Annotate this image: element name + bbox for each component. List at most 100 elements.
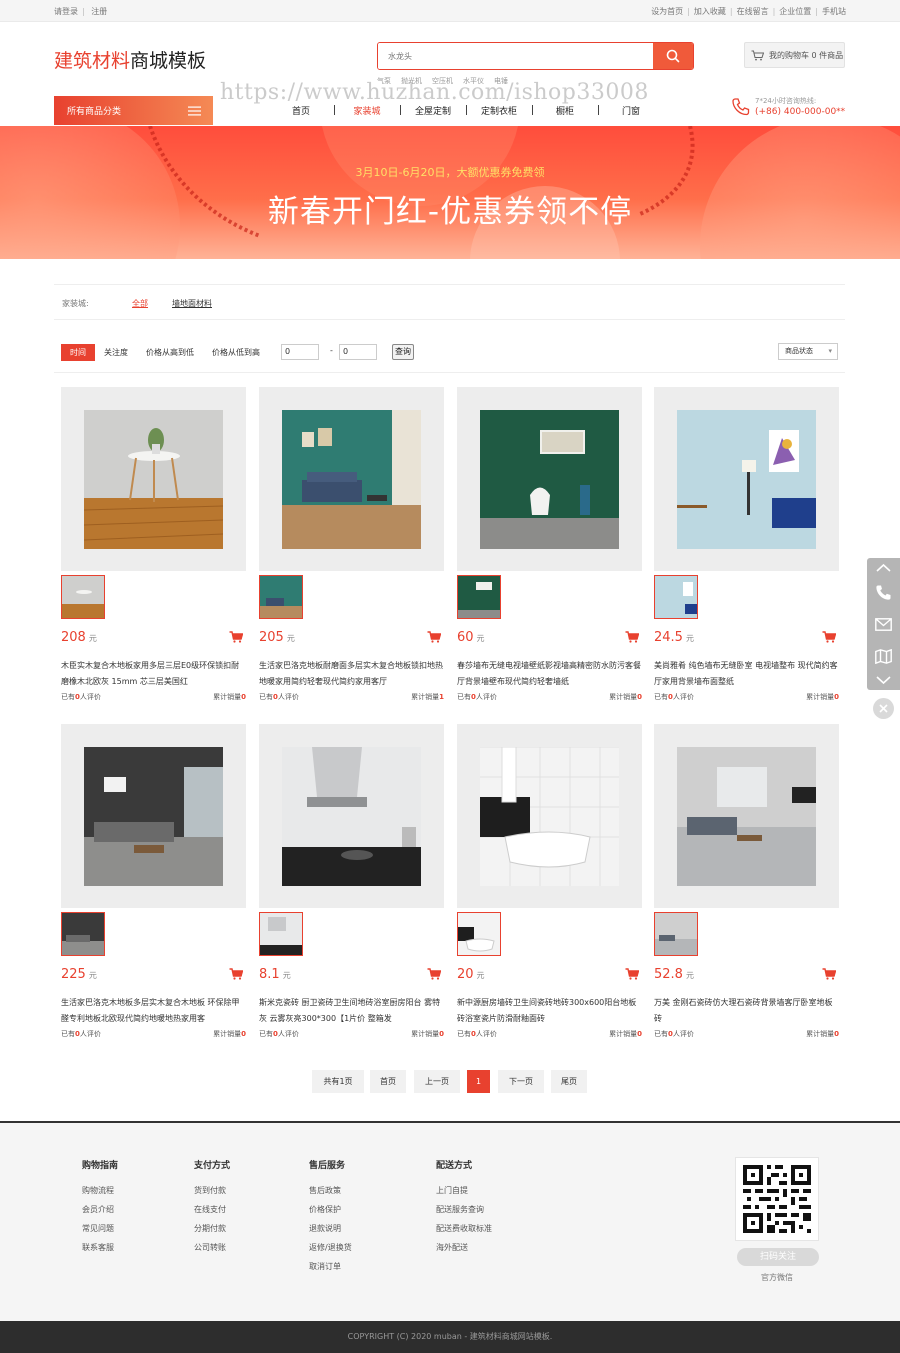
product-name[interactable]: 美尚雅肴 纯色墙布无缝卧室 电视墙整布 现代简约客厅家用背景墙布面整纸 <box>654 658 839 690</box>
add-to-cart-icon[interactable] <box>427 631 441 643</box>
footer-link[interactable]: 常见问题 <box>82 1223 118 1242</box>
add-to-cart-icon[interactable] <box>625 631 639 643</box>
product-image[interactable] <box>480 410 619 549</box>
add-to-cart-icon[interactable] <box>822 631 836 643</box>
product-name[interactable]: 春莎墙布无缝电视墙壁纸影视墙高精密防水防污客餐厅背景墙壁布现代简约轻奢墙纸 <box>457 658 642 690</box>
add-favorite-link[interactable]: 加入收藏 <box>683 7 726 16</box>
company-location-link[interactable]: 企业位置 <box>769 7 812 16</box>
current-page-button[interactable]: 1 <box>467 1070 490 1093</box>
nav-cabinet[interactable]: 橱柜 <box>532 104 598 117</box>
phone-icon[interactable] <box>875 584 892 601</box>
add-to-cart-icon[interactable] <box>822 968 836 980</box>
product-thumbnail[interactable] <box>654 575 698 619</box>
add-to-cart-icon[interactable] <box>427 968 441 980</box>
chevron-down-icon[interactable] <box>875 674 892 686</box>
product-name[interactable]: 生活家巴洛克木地板多层实木复合木地板 环保除甲醛专利地板北欧现代简约地暖地热家用… <box>61 995 246 1027</box>
add-to-cart-icon[interactable] <box>229 631 243 643</box>
footer-link[interactable]: 配送服务查询 <box>436 1204 492 1223</box>
product-image-frame[interactable] <box>259 724 444 908</box>
search-input[interactable] <box>378 43 654 69</box>
footer-link[interactable]: 返修/退换货 <box>309 1242 352 1261</box>
product-thumbnail[interactable] <box>259 575 303 619</box>
product-image[interactable] <box>84 410 223 549</box>
footer-link[interactable]: 会员介绍 <box>82 1204 118 1223</box>
product-image[interactable] <box>282 410 421 549</box>
price-max-input[interactable]: 0 <box>339 344 377 360</box>
product-name[interactable]: 斯米克瓷砖 厨卫瓷砖卫生间地砖浴室厨房阳台 雾特灰 云雾灰亮300*300【1片… <box>259 995 444 1027</box>
footer-link[interactable]: 购物流程 <box>82 1185 118 1204</box>
next-page-button[interactable]: 下一页 <box>498 1070 544 1093</box>
login-link[interactable]: 请登录 <box>54 7 78 16</box>
footer-link[interactable]: 价格保护 <box>309 1204 352 1223</box>
nav-home[interactable]: 首页 <box>268 104 334 117</box>
add-to-cart-icon[interactable] <box>625 968 639 980</box>
prev-page-button[interactable]: 上一页 <box>414 1070 460 1093</box>
footer-link[interactable]: 退款说明 <box>309 1223 352 1242</box>
product-name[interactable]: 木臣实木复合木地板家用多层三层E0级环保锁扣耐磨橡木北欧灰 15mm 芯三层美国… <box>61 658 246 690</box>
all-categories-button[interactable]: 所有商品分类 <box>54 96 213 125</box>
price-min-input[interactable]: 0 <box>281 344 319 360</box>
scan-follow-button[interactable]: 扫码关注 <box>737 1248 819 1266</box>
nav-wardrobe[interactable]: 定制衣柜 <box>466 104 532 117</box>
sort-by-attention[interactable]: 关注度 <box>104 344 128 361</box>
first-page-button[interactable]: 首页 <box>370 1070 406 1093</box>
footer-link[interactable]: 售后政策 <box>309 1185 352 1204</box>
product-name[interactable]: 万美 金刚石瓷砖仿大理石瓷砖背景墙客厅卧室地板砖 <box>654 995 839 1027</box>
footer-link[interactable]: 在线支付 <box>194 1204 230 1223</box>
product-image-frame[interactable] <box>457 387 642 571</box>
footer-link[interactable]: 配送费收取标准 <box>436 1223 492 1242</box>
category-all-link[interactable]: 全部 <box>132 298 148 309</box>
footer-link[interactable]: 分期付款 <box>194 1223 230 1242</box>
product-image[interactable] <box>480 747 619 886</box>
search-button[interactable] <box>653 43 693 69</box>
footer-link[interactable]: 取消订单 <box>309 1261 352 1280</box>
footer-link[interactable]: 联系客服 <box>82 1242 118 1261</box>
map-icon[interactable] <box>875 649 892 664</box>
product-thumbnail[interactable] <box>61 912 105 956</box>
product-image-frame[interactable] <box>654 724 839 908</box>
set-homepage-link[interactable]: 设为首页 <box>651 7 683 16</box>
product-image[interactable] <box>677 410 816 549</box>
product-thumbnail[interactable] <box>61 575 105 619</box>
footer-link[interactable]: 公司转账 <box>194 1242 230 1261</box>
query-button[interactable]: 查询 <box>392 344 414 360</box>
product-image-frame[interactable] <box>61 387 246 571</box>
footer-link[interactable]: 上门自提 <box>436 1185 492 1204</box>
product-thumbnail[interactable] <box>654 912 698 956</box>
product-image-frame[interactable] <box>457 724 642 908</box>
online-message-link[interactable]: 在线留言 <box>726 7 769 16</box>
category-wall-floor-link[interactable]: 墙地面材料 <box>172 298 212 309</box>
register-link[interactable]: 注册 <box>91 7 107 16</box>
close-icon[interactable] <box>873 698 894 719</box>
nav-home-decor[interactable]: 家装城 <box>334 104 400 117</box>
nav-doors-windows[interactable]: 门窗 <box>598 104 664 117</box>
product-image-frame[interactable] <box>61 724 246 908</box>
product-meta: 已有0人评价 累计销量1 <box>259 693 444 701</box>
product-image-frame[interactable] <box>259 387 444 571</box>
site-logo[interactable]: 建筑材料商城模板 <box>54 46 206 73</box>
product-thumbnail[interactable] <box>457 575 501 619</box>
promo-banner[interactable]: 3月10日-6月20日，大额优惠券免费领 新春开门红-优惠券领不停 <box>0 126 900 259</box>
chevron-up-icon[interactable] <box>875 562 892 574</box>
add-to-cart-icon[interactable] <box>229 968 243 980</box>
cart-button[interactable]: 我的购物车 0 件商品 <box>744 42 845 68</box>
product-status-select[interactable]: 商品状态 <box>778 343 838 360</box>
product-thumbnail[interactable] <box>259 912 303 956</box>
product-image[interactable] <box>282 747 421 886</box>
mobile-site-link[interactable]: 手机站 <box>811 7 846 16</box>
sort-price-desc[interactable]: 价格从高到低 <box>146 344 194 361</box>
sort-by-time[interactable]: 时间 <box>61 344 95 361</box>
mail-icon[interactable] <box>875 618 892 631</box>
product-thumbnail[interactable] <box>457 912 501 956</box>
product-image[interactable] <box>677 747 816 886</box>
product-image-frame[interactable] <box>654 387 839 571</box>
product-name[interactable]: 生活家巴洛克地板耐磨面多层实木复合地板锁扣地热地暖家用简约轻奢现代简约家用客厅 <box>259 658 444 690</box>
footer-link[interactable]: 海外配送 <box>436 1242 492 1261</box>
nav-whole-house[interactable]: 全屋定制 <box>400 104 466 117</box>
product-price: 225 元 <box>61 967 97 982</box>
product-image[interactable] <box>84 747 223 886</box>
product-name[interactable]: 新中源厨房墙砖卫生间瓷砖地砖300x600阳台地板砖浴室瓷片防滑耐釉面砖 <box>457 995 642 1027</box>
sort-price-asc[interactable]: 价格从低到高 <box>212 344 260 361</box>
footer-link[interactable]: 货到付款 <box>194 1185 230 1204</box>
last-page-button[interactable]: 尾页 <box>551 1070 587 1093</box>
